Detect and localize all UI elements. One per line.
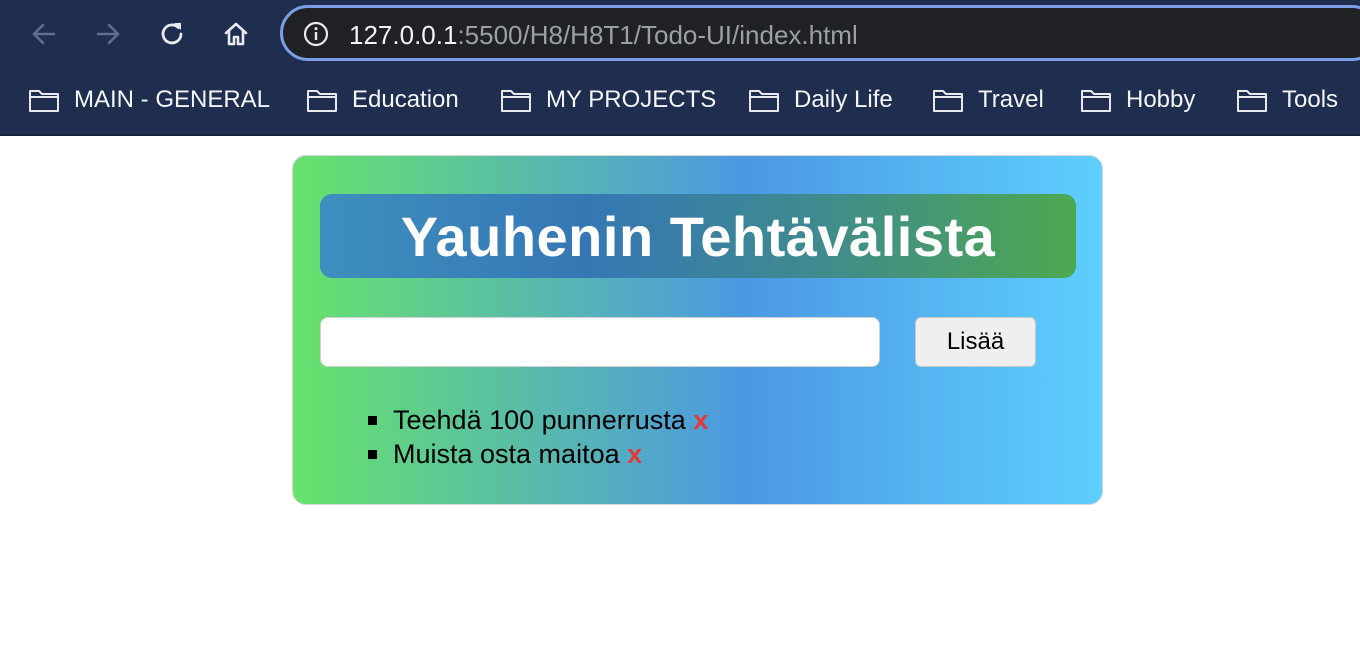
bookmark-education[interactable]: Education: [306, 83, 459, 117]
folder-icon: [1237, 90, 1267, 112]
task-text: Muista osta maitoa: [393, 439, 620, 469]
bookmark-travel[interactable]: Travel: [932, 83, 1044, 117]
task-item: Muista osta maitoa x: [368, 439, 708, 473]
bookmark-label: MAIN - GENERAL: [74, 86, 271, 113]
bookmark-label: Tools: [1282, 86, 1339, 113]
bookmark-my-projects[interactable]: MY PROJECTS: [500, 83, 716, 117]
bookmark-label: Travel: [978, 86, 1044, 113]
bookmark-daily-life[interactable]: Daily Life: [748, 83, 893, 117]
todo-card: Yauhenin Tehtävälista Lisää Teehdä 100 p…: [292, 155, 1103, 505]
folder-icon: [29, 90, 59, 112]
bookmarks-bar: MAIN - GENERAL Education MY PROJECTS Dai…: [0, 68, 1360, 136]
folder-icon: [933, 90, 963, 112]
bookmark-label: Education: [352, 86, 459, 113]
bookmark-hobby[interactable]: Hobby: [1080, 83, 1195, 117]
add-button[interactable]: Lisää: [915, 317, 1036, 367]
back-arrow-icon[interactable]: [24, 14, 64, 54]
url-host: 127.0.0.1: [349, 20, 458, 50]
bullet-icon: [368, 450, 377, 459]
bookmark-label: MY PROJECTS: [546, 86, 717, 113]
task-list: Teehdä 100 punnerrusta x Muista osta mai…: [368, 405, 708, 473]
folder-icon: [1081, 90, 1111, 112]
delete-button[interactable]: x: [693, 405, 708, 435]
bookmark-label: Hobby: [1126, 86, 1196, 113]
title-banner: Yauhenin Tehtävälista: [320, 194, 1076, 278]
bookmark-tools[interactable]: Tools: [1236, 83, 1338, 117]
site-info-icon[interactable]: [303, 21, 329, 47]
folder-icon: [501, 90, 531, 112]
home-icon[interactable]: [216, 14, 256, 54]
browser-toolbar: 127.0.0.1:5500/H8/H8T1/Todo-UI/index.htm…: [0, 0, 1360, 68]
url-text: 127.0.0.1:5500/H8/H8T1/Todo-UI/index.htm…: [349, 21, 858, 49]
bookmark-main-general[interactable]: MAIN - GENERAL: [28, 83, 270, 117]
forward-arrow-icon[interactable]: [88, 14, 128, 54]
task-text: Teehdä 100 punnerrusta: [393, 405, 686, 435]
address-bar[interactable]: 127.0.0.1:5500/H8/H8T1/Todo-UI/index.htm…: [280, 5, 1360, 61]
folder-icon: [307, 90, 337, 112]
task-input[interactable]: [320, 317, 880, 367]
bullet-icon: [368, 416, 377, 425]
task-item: Teehdä 100 punnerrusta x: [368, 405, 708, 439]
reload-icon[interactable]: [152, 14, 192, 54]
page-title: Yauhenin Tehtävälista: [400, 204, 996, 268]
bookmark-label: Daily Life: [794, 86, 893, 113]
folder-icon: [749, 90, 779, 112]
url-path: :5500/H8/H8T1/Todo-UI/index.html: [457, 20, 858, 50]
delete-button[interactable]: x: [627, 439, 642, 469]
